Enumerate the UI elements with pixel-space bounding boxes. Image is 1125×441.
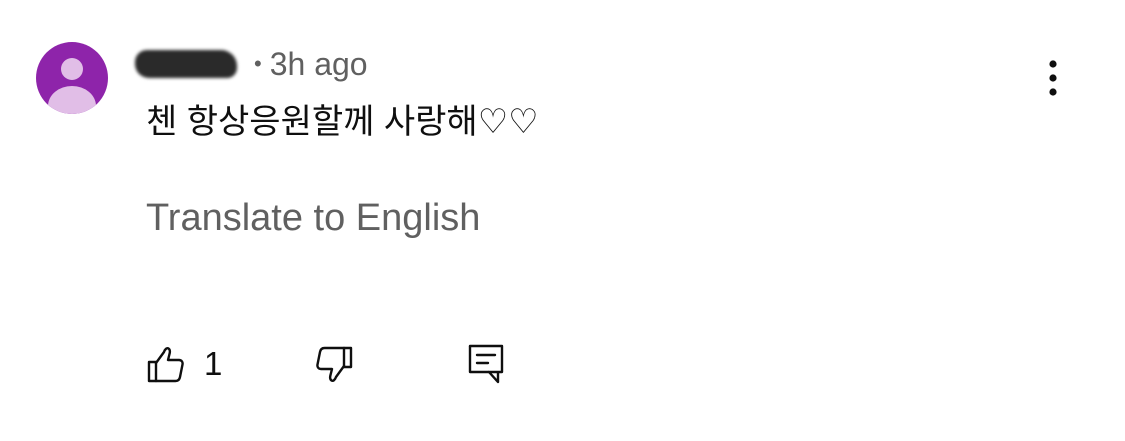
comment-item: • 3h ago 첸 항상응원할께 사랑해♡♡ Translate to Eng… [0, 0, 1125, 441]
comment-reply-icon [468, 344, 504, 384]
user-avatar[interactable] [36, 42, 108, 114]
reply-button[interactable] [466, 340, 506, 388]
separator-dot: • [254, 51, 262, 76]
avatar-head-shape [61, 58, 83, 80]
comment-header: • 3h ago [135, 40, 368, 88]
dislike-button[interactable] [314, 340, 354, 388]
comment-text: 첸 항상응원할께 사랑해♡♡ [146, 103, 539, 141]
like-button[interactable]: 1 [146, 340, 222, 388]
more-options-button[interactable] [1032, 56, 1074, 100]
username-redacted[interactable] [135, 50, 237, 78]
thumbs-down-icon [316, 346, 353, 382]
avatar-body-shape [48, 86, 96, 114]
vertical-ellipsis-icon [1049, 60, 1057, 96]
translate-button[interactable]: Translate to English [146, 193, 480, 243]
like-count: 1 [204, 345, 223, 382]
thumbs-up-icon [147, 347, 184, 383]
comment-timestamp: 3h ago [269, 46, 368, 82]
